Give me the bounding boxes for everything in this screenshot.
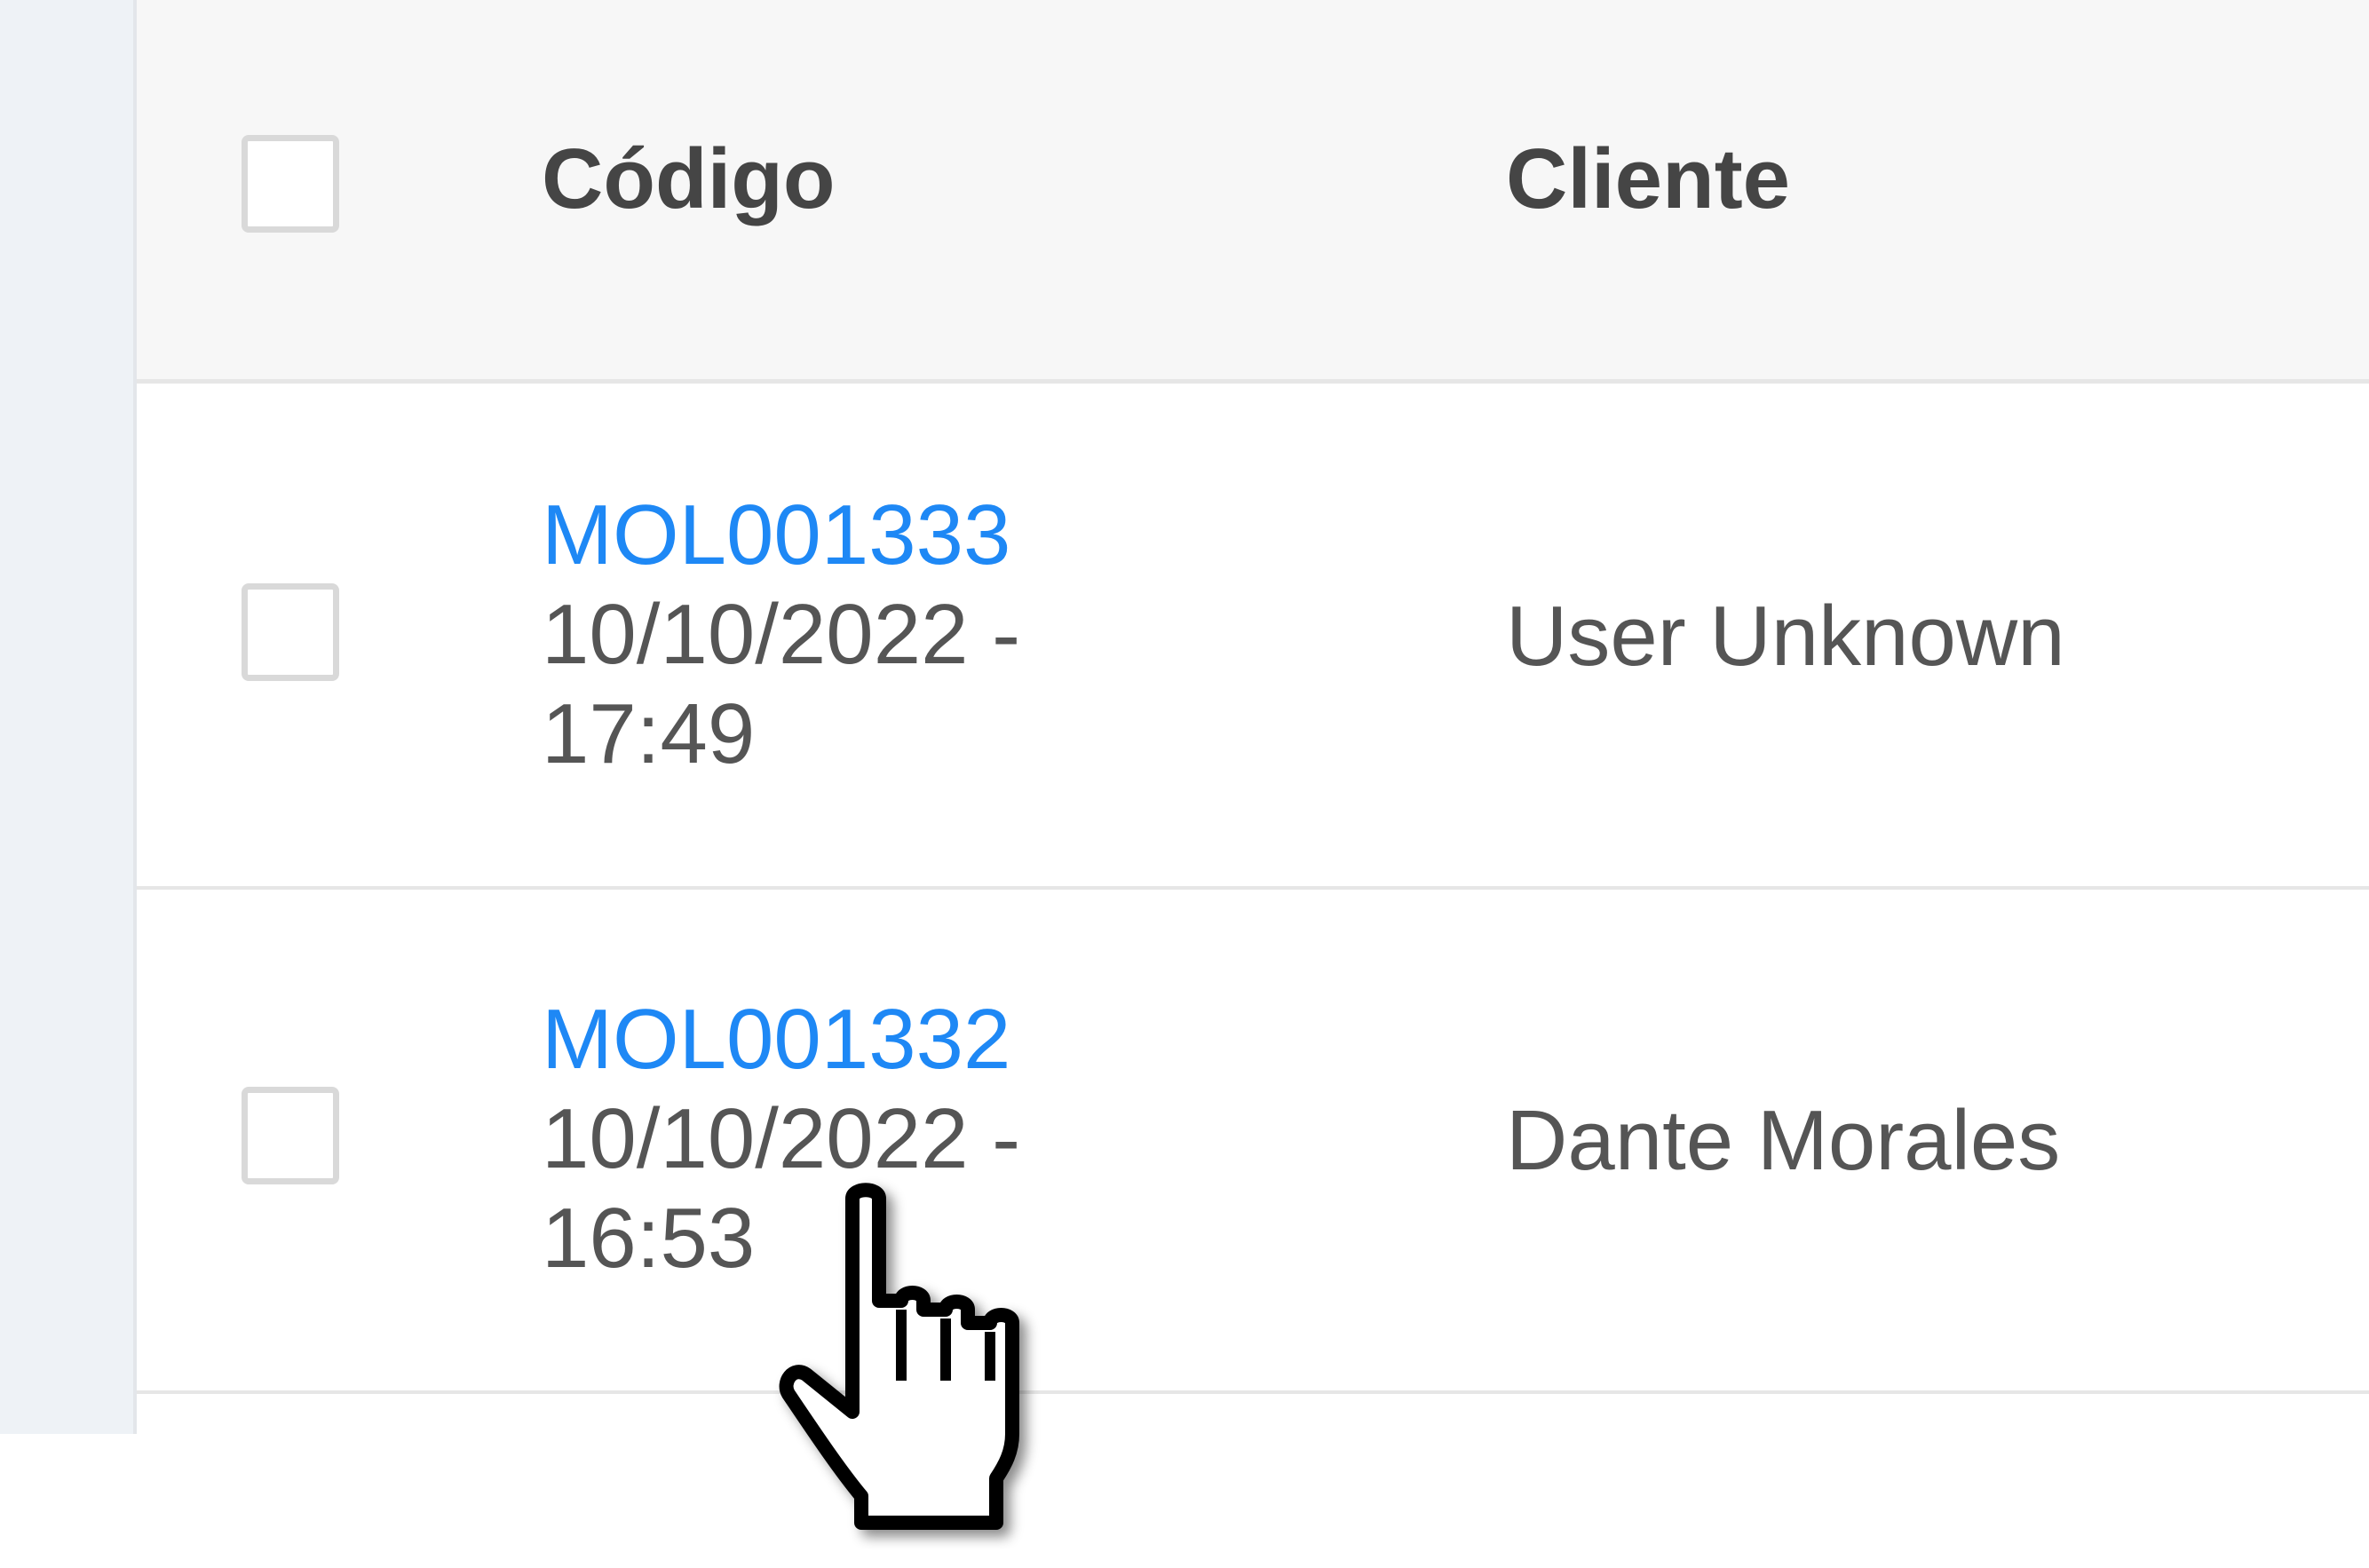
column-header-codigo[interactable]: Código bbox=[542, 126, 836, 233]
column-header-cliente[interactable]: Cliente bbox=[1506, 126, 1790, 233]
table-row[interactable]: MOL001332 10/10/2022 - 16:53 Dante Moral… bbox=[137, 890, 2369, 1394]
client-name: User Unknown bbox=[1506, 589, 2065, 684]
code-cell: MOL001332 10/10/2022 - 16:53 bbox=[542, 990, 1020, 1288]
order-time: 17:49 bbox=[542, 686, 756, 781]
page: Código Cliente MOL001333 10/10/2022 - 17… bbox=[0, 0, 2369, 1568]
order-code-link[interactable]: MOL001332 bbox=[542, 990, 1020, 1089]
table-header: Código Cliente bbox=[137, 0, 2369, 384]
order-date: 10/10/2022 - bbox=[542, 1091, 1021, 1186]
code-cell: MOL001333 10/10/2022 - 17:49 bbox=[542, 486, 1020, 784]
order-code-link[interactable]: MOL001333 bbox=[542, 486, 1020, 585]
table-row[interactable]: MOL001333 10/10/2022 - 17:49 User Unknow… bbox=[137, 384, 2369, 890]
row-checkbox[interactable] bbox=[242, 583, 339, 681]
client-name: Dante Morales bbox=[1506, 1093, 2061, 1188]
sidebar bbox=[0, 0, 137, 1434]
order-date: 10/10/2022 - bbox=[542, 587, 1021, 682]
orders-table: Código Cliente MOL001333 10/10/2022 - 17… bbox=[137, 0, 2369, 1434]
row-checkbox[interactable] bbox=[242, 1087, 339, 1184]
order-time: 16:53 bbox=[542, 1191, 756, 1286]
select-all-checkbox[interactable] bbox=[242, 135, 339, 233]
